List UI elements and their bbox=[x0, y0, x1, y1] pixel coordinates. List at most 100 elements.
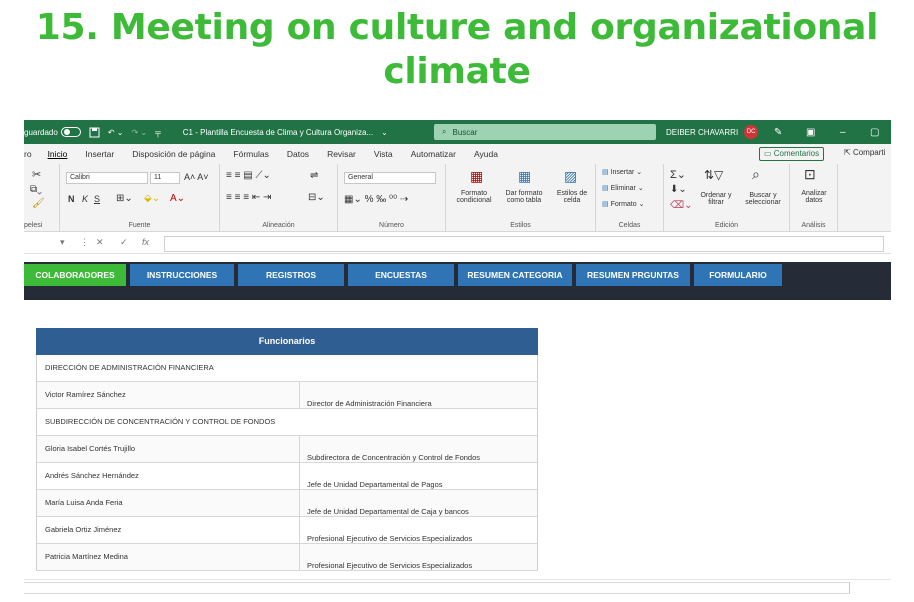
tab-formulas[interactable]: Fórmulas bbox=[233, 149, 268, 159]
nav-tab-resumen-categoria[interactable]: RESUMEN CATEGORIA bbox=[458, 264, 572, 286]
copy-icon[interactable]: ⧉⌄ bbox=[30, 184, 42, 195]
alignment-group: ≡ ≡ ▤ ⟋⌄ ⇌ ≡ ≡ ≡ ⇤ ⇥ ⊟⌄ Alineación bbox=[220, 164, 338, 232]
align-left-icon[interactable]: ≡ ≡ ≡ ⇤ ⇥ bbox=[226, 192, 271, 203]
tab-review[interactable]: Revisar bbox=[327, 149, 356, 159]
nav-tab-formulario[interactable]: FORMULARIO bbox=[694, 264, 782, 286]
share-button[interactable]: ⇱ Comparti bbox=[844, 148, 885, 157]
horizontal-scrollbar[interactable] bbox=[24, 582, 850, 594]
table-row[interactable]: Gloria Isabel Cortés Trujillo Subdirecto… bbox=[36, 436, 538, 463]
insert-cells-button[interactable]: ▤ Insertar ⌄ bbox=[602, 168, 642, 176]
wrap-text-icon[interactable]: ⇌ bbox=[310, 170, 318, 181]
tab-insert[interactable]: Insertar bbox=[85, 149, 114, 159]
function-icon[interactable]: fx bbox=[142, 237, 149, 247]
nav-tab-colaboradores[interactable]: COLABORADORES bbox=[24, 264, 126, 286]
comments-button[interactable]: ▭ Comentarios bbox=[759, 147, 825, 161]
employee-name: Victor Ramírez Sánchez bbox=[45, 390, 126, 399]
table-row[interactable]: SUBDIRECCIÓN DE CONCENTRACIÓN Y CONTROL … bbox=[36, 409, 538, 436]
borders-icon[interactable]: ⊞⌄ bbox=[116, 193, 133, 204]
formula-input[interactable] bbox=[164, 236, 884, 252]
tab-home[interactable]: Inicio bbox=[48, 149, 68, 159]
tab-page-layout[interactable]: Disposición de página bbox=[132, 149, 215, 159]
cells-label: Celdas bbox=[618, 222, 641, 229]
tab-help[interactable]: Ayuda bbox=[474, 149, 498, 159]
tab-automate[interactable]: Automatizar bbox=[411, 149, 456, 159]
enter-icon[interactable]: ✓ bbox=[120, 237, 128, 248]
tab-view[interactable]: Vista bbox=[374, 149, 393, 159]
table-row[interactable]: Andrés Sánchez Hernández Jefe de Unidad … bbox=[36, 463, 538, 490]
cell-styles-button[interactable]: Estilos de celda bbox=[550, 190, 594, 204]
excel-title-bar: guardado ↶ ⌄ ↷ ⌄ ╤ C1 - Plantilla Encues… bbox=[24, 120, 891, 144]
cells-group: ▤ Insertar ⌄ ▤ Eliminar ⌄ ▤ Formato ⌄ Ce… bbox=[596, 164, 664, 232]
conditional-format-icon[interactable]: ▦ bbox=[470, 168, 483, 185]
table-row[interactable]: Victor Ramírez Sánchez Director de Admin… bbox=[36, 382, 538, 409]
customize-icon[interactable]: ╤ bbox=[155, 128, 161, 137]
autosave-toggle[interactable] bbox=[60, 127, 81, 137]
cancel-icon[interactable]: ✕ bbox=[96, 237, 104, 248]
formula-more-icon[interactable]: ⋮ bbox=[80, 237, 89, 248]
grow-font-icon[interactable]: A˄ A˅ bbox=[184, 172, 209, 182]
search-box[interactable]: ⌕ Buscar bbox=[434, 124, 656, 140]
autosave-label: guardado bbox=[24, 127, 58, 137]
editing-label: Edición bbox=[715, 222, 738, 229]
avatar[interactable]: DC bbox=[744, 125, 759, 139]
autosave[interactable]: guardado bbox=[24, 127, 81, 137]
headline: 15. Meeting on culture and organizationa… bbox=[0, 6, 914, 94]
file-chevron-icon[interactable]: ⌄ bbox=[381, 128, 388, 137]
minimize-icon[interactable]: – bbox=[840, 120, 846, 144]
analyze-data-icon[interactable]: ⊡ bbox=[804, 166, 816, 183]
analyze-data-button[interactable]: Analizar datos bbox=[794, 190, 834, 204]
tab-file[interactable]: ro bbox=[24, 149, 32, 159]
user-account[interactable]: DEIBER CHAVARRI DC bbox=[666, 120, 759, 144]
font-size-select[interactable]: 11 bbox=[150, 172, 180, 184]
italic-icon[interactable]: K bbox=[82, 194, 88, 204]
merge-icon[interactable]: ⊟⌄ bbox=[308, 192, 325, 203]
employee-name: Gabriela Ortiz Jiménez bbox=[45, 525, 122, 534]
table-row[interactable]: María Luisa Anda Feria Jefe de Unidad De… bbox=[36, 490, 538, 517]
font-label: Fuente bbox=[128, 222, 151, 229]
table-row[interactable]: Gabriela Ortiz Jiménez Profesional Ejecu… bbox=[36, 517, 538, 544]
format-as-table-button[interactable]: Dar formato como tabla bbox=[500, 190, 548, 204]
currency-icon[interactable]: ▦⌄ % ‰ ⁰⁰ ⇢ bbox=[344, 194, 408, 205]
autosum-icon[interactable]: Σ⌄ bbox=[670, 168, 686, 181]
find-select-button[interactable]: Buscar y seleccionar bbox=[738, 192, 788, 206]
conditional-format-button[interactable]: Formato condicional bbox=[450, 190, 498, 204]
nav-tab-encuestas[interactable]: ENCUESTAS bbox=[348, 264, 454, 286]
undo-icon[interactable]: ↶ ⌄ bbox=[108, 128, 124, 137]
name-box-chevron-icon[interactable]: ▾ bbox=[60, 237, 65, 248]
pen-icon[interactable]: ✎ bbox=[774, 120, 782, 144]
nav-tab-instrucciones[interactable]: INSTRUCCIONES bbox=[130, 264, 234, 286]
restore-icon[interactable]: ▢ bbox=[870, 120, 879, 144]
sort-filter-button[interactable]: Ordenar y filtrar bbox=[694, 192, 738, 206]
align-top-icon[interactable]: ≡ ≡ ▤ ⟋⌄ bbox=[226, 170, 271, 181]
ribbon-display-icon[interactable]: ▣ bbox=[806, 120, 815, 144]
sheet-navigation: COLABORADORES INSTRUCCIONES REGISTROS EN… bbox=[24, 262, 891, 300]
delete-cells-button[interactable]: ▤ Eliminar ⌄ bbox=[602, 184, 644, 192]
cell-styles-icon[interactable]: ▨ bbox=[564, 168, 577, 185]
table-row[interactable]: Patricia Martínez Medina Profesional Eje… bbox=[36, 544, 538, 571]
underline-icon[interactable]: S bbox=[94, 194, 100, 204]
save-icon[interactable] bbox=[89, 127, 100, 138]
employee-name: María Luisa Anda Feria bbox=[45, 498, 123, 507]
format-as-table-icon[interactable]: ▦ bbox=[518, 168, 531, 185]
fill-icon[interactable]: ⬇⌄ bbox=[670, 184, 687, 195]
ribbon-tabs: ro Inicio Insertar Disposición de página… bbox=[24, 144, 891, 164]
font-name-select[interactable]: Calibri bbox=[66, 172, 148, 184]
table-row[interactable]: DIRECCIÓN DE ADMINISTRACIÓN FINANCIERA bbox=[36, 355, 538, 382]
fill-color-icon[interactable]: ⬙⌄ bbox=[144, 193, 160, 204]
section-title: SUBDIRECCIÓN DE CONCENTRACIÓN Y CONTROL … bbox=[45, 417, 276, 426]
format-painter-icon[interactable]: 🖌 bbox=[32, 198, 45, 209]
find-icon[interactable]: ⌕ bbox=[752, 166, 760, 183]
nav-tab-registros[interactable]: REGISTROS bbox=[238, 264, 344, 286]
tab-data[interactable]: Datos bbox=[287, 149, 309, 159]
clear-icon[interactable]: ⌫⌄ bbox=[670, 200, 693, 211]
bold-icon[interactable]: N bbox=[68, 194, 75, 204]
sort-filter-icon[interactable]: ⇅▽ bbox=[704, 168, 723, 182]
format-cells-button[interactable]: ▤ Formato ⌄ bbox=[602, 200, 644, 208]
nav-tab-resumen-preguntas[interactable]: RESUMEN PRGUNTAS bbox=[576, 264, 690, 286]
cell-divider bbox=[299, 490, 300, 517]
font-color-icon[interactable]: A⌄ bbox=[170, 193, 185, 204]
share-label: Comparti bbox=[852, 148, 886, 157]
redo-icon[interactable]: ↷ ⌄ bbox=[131, 128, 147, 137]
cut-icon[interactable]: ✂ bbox=[32, 168, 41, 181]
number-format-select[interactable]: General bbox=[344, 172, 436, 184]
